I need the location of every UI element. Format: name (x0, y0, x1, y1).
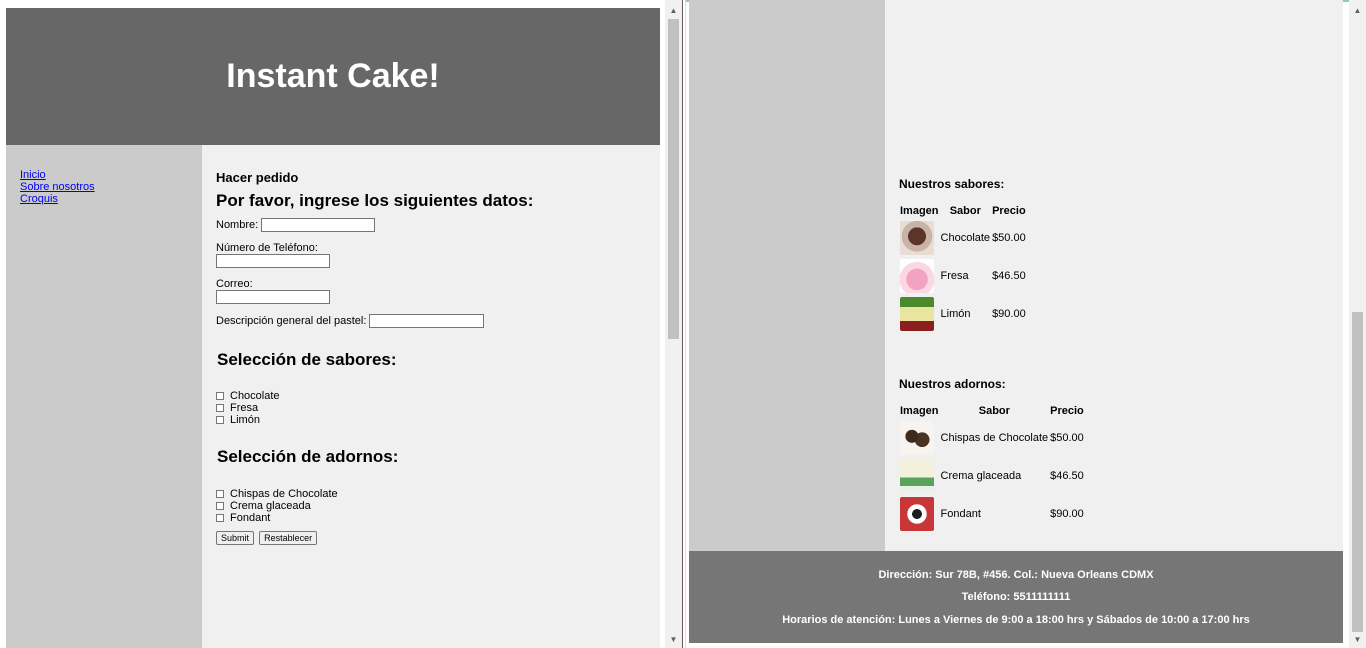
nav-link-inicio[interactable]: Inicio (20, 169, 202, 181)
flavor-name: Limón (940, 308, 971, 320)
checkbox[interactable] (216, 502, 224, 511)
checkbox[interactable] (216, 490, 224, 499)
right-browser-pane: Nuestros sabores: Imagen Sabor Precio Ch… (686, 0, 1366, 648)
table-row: Chocolate $50.00 (899, 219, 1027, 257)
correo-label: Correo: (216, 278, 253, 291)
table-header-row: Imagen Sabor Precio (899, 403, 1085, 419)
footer-address: Dirección: Sur 78B, #456. Col.: Nueva Or… (878, 569, 1154, 581)
fondant-image (900, 497, 934, 531)
submit-button[interactable]: Submit (216, 531, 255, 546)
descripcion-label: Descripción general del pastel: (216, 315, 367, 328)
header-sabor: Sabor (978, 405, 1010, 417)
order-form: Hacer pedido Por favor, ingrese los sigu… (202, 145, 660, 648)
reset-button[interactable]: Restablecer (259, 531, 318, 546)
flavor-option-limon[interactable]: Limón (216, 414, 646, 426)
menu-content: Nuestros sabores: Imagen Sabor Precio Ch… (885, 0, 1343, 551)
table-row: Limón $90.00 (899, 295, 1027, 333)
option-label: Fondant (230, 512, 271, 525)
lemon-cake-image (900, 297, 934, 331)
header-imagen: Imagen (900, 205, 939, 217)
flavors-title: Nuestros sabores: (899, 177, 1005, 191)
right-scrollbar[interactable]: ▲ ▼ (1349, 0, 1366, 648)
chocolate-cake-image (900, 221, 934, 255)
flavor-option-chocolate[interactable]: Chocolate (216, 390, 646, 402)
site-header: Instant Cake! (6, 8, 660, 145)
checkbox[interactable] (216, 416, 224, 425)
table-row: Chispas de Chocolate $50.00 (899, 419, 1085, 457)
telefono-label: Número de Teléfono: (216, 242, 318, 255)
sidebar-nav (689, 0, 885, 551)
descripcion-input[interactable] (369, 314, 485, 329)
header-sabor: Sabor (949, 205, 981, 217)
option-label: Chispas de Chocolate (230, 488, 338, 501)
form-subheading: Por favor, ingrese los siguientes datos: (216, 191, 534, 210)
option-label: Fresa (230, 402, 259, 415)
toppings-title: Nuestros adornos: (899, 377, 1006, 391)
header-precio: Precio (992, 205, 1026, 217)
strawberry-cake-image (900, 259, 934, 293)
site-footer: Dirección: Sur 78B, #456. Col.: Nueva Or… (689, 551, 1343, 643)
scroll-down-arrow-icon[interactable]: ▼ (665, 631, 682, 648)
telefono-input[interactable] (216, 254, 330, 269)
scroll-up-arrow-icon[interactable]: ▲ (1349, 2, 1366, 19)
topping-name: Fondant (940, 508, 981, 520)
toppings-table: Imagen Sabor Precio Chispas de Chocolate… (899, 403, 1085, 533)
left-scrollbar[interactable]: ▲ ▼ (665, 0, 682, 648)
flavor-name: Fresa (940, 270, 969, 282)
nombre-input[interactable] (261, 218, 376, 233)
option-label: Limón (230, 414, 260, 427)
footer-phone: Teléfono: 5511111111 (961, 591, 1071, 603)
flavor-price: $50.00 (992, 232, 1026, 244)
topping-name: Chispas de Chocolate (940, 432, 1049, 444)
nav-link-sobre-nosotros[interactable]: Sobre nosotros (20, 181, 202, 193)
scroll-up-arrow-icon[interactable]: ▲ (665, 2, 682, 19)
frosting-image (900, 459, 934, 493)
flavor-option-fresa[interactable]: Fresa (216, 402, 646, 414)
flavors-table: Imagen Sabor Precio Chocolate $50.00 Fre… (899, 203, 1027, 333)
topping-price: $46.50 (1050, 470, 1084, 482)
table-row: Fresa $46.50 (899, 257, 1027, 295)
topping-price: $50.00 (1050, 432, 1084, 444)
left-browser-pane: Instant Cake! Inicio Sobre nosotros Croq… (0, 0, 682, 648)
flavors-heading: Selección de sabores: (217, 350, 397, 370)
table-row: Fondant $90.00 (899, 495, 1085, 533)
scroll-thumb[interactable] (668, 19, 679, 339)
flavor-name: Chocolate (940, 232, 991, 244)
correo-input[interactable] (216, 290, 330, 305)
option-label: Crema glaceada (230, 500, 311, 513)
topping-price: $90.00 (1050, 508, 1084, 520)
checkbox[interactable] (216, 514, 224, 523)
scroll-thumb[interactable] (1352, 312, 1363, 632)
chocolate-chips-image (900, 421, 934, 455)
scroll-down-arrow-icon[interactable]: ▼ (1349, 631, 1366, 648)
topping-option-crema[interactable]: Crema glaceada (216, 500, 646, 512)
topping-name: Crema glaceada (940, 470, 1022, 482)
sidebar-nav: Inicio Sobre nosotros Croquis (6, 145, 202, 648)
header-precio: Precio (1050, 405, 1084, 417)
checkbox[interactable] (216, 392, 224, 401)
nombre-label: Nombre: (216, 219, 259, 231)
flavor-price: $90.00 (992, 308, 1026, 320)
option-label: Chocolate (230, 390, 280, 403)
topping-option-chispas[interactable]: Chispas de Chocolate (216, 488, 646, 500)
footer-hours: Horarios de atención: Lunes a Viernes de… (782, 614, 1250, 626)
table-row: Crema glaceada $46.50 (899, 457, 1085, 495)
form-heading: Hacer pedido (216, 170, 299, 185)
nav-link-croquis[interactable]: Croquis (20, 193, 202, 205)
checkbox[interactable] (216, 404, 224, 413)
site-title: Instant Cake! (226, 57, 440, 95)
topping-option-fondant[interactable]: Fondant (216, 512, 646, 524)
toppings-heading: Selección de adornos: (217, 447, 399, 467)
header-imagen: Imagen (900, 405, 939, 417)
flavor-price: $46.50 (992, 270, 1026, 282)
table-header-row: Imagen Sabor Precio (899, 203, 1027, 219)
